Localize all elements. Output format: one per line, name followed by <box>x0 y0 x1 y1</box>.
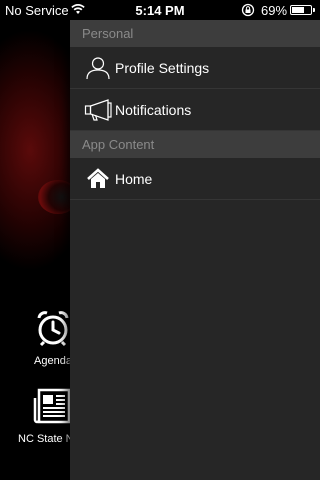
status-bar: No Service 5:14 PM 69% <box>0 0 320 20</box>
news-shortcut[interactable]: NC State News <box>0 386 70 445</box>
newspaper-icon <box>18 386 70 429</box>
menu-item-home[interactable]: Home <box>70 158 320 200</box>
background-app: Agenda NC State News <box>0 0 70 480</box>
home-icon <box>84 167 112 191</box>
side-menu: Personal Profile Settings Notifications <box>70 20 320 480</box>
menu-label-notifications: Notifications <box>115 102 192 118</box>
rotation-lock-icon <box>241 3 255 20</box>
menu-item-profile-settings[interactable]: Profile Settings <box>70 47 320 89</box>
agenda-shortcut[interactable]: Agenda <box>0 308 70 367</box>
battery-percent: 69% <box>261 3 288 18</box>
user-outline-icon <box>84 56 112 80</box>
menu-item-notifications[interactable]: Notifications <box>70 89 320 131</box>
section-header-personal: Personal <box>70 20 320 47</box>
app-screen: No Service 5:14 PM 69% Agenda NC State N… <box>0 0 320 480</box>
alarm-clock-icon <box>18 308 70 351</box>
megaphone-icon <box>84 98 112 122</box>
agenda-label: Agenda <box>34 355 70 367</box>
battery-icon <box>290 5 315 15</box>
news-label: NC State News <box>18 433 70 445</box>
battery-fill <box>292 7 304 13</box>
background-eye-image <box>38 180 70 214</box>
menu-label-home: Home <box>115 171 153 187</box>
menu-label-profile-settings: Profile Settings <box>115 60 210 76</box>
section-header-app-content: App Content <box>70 131 320 158</box>
